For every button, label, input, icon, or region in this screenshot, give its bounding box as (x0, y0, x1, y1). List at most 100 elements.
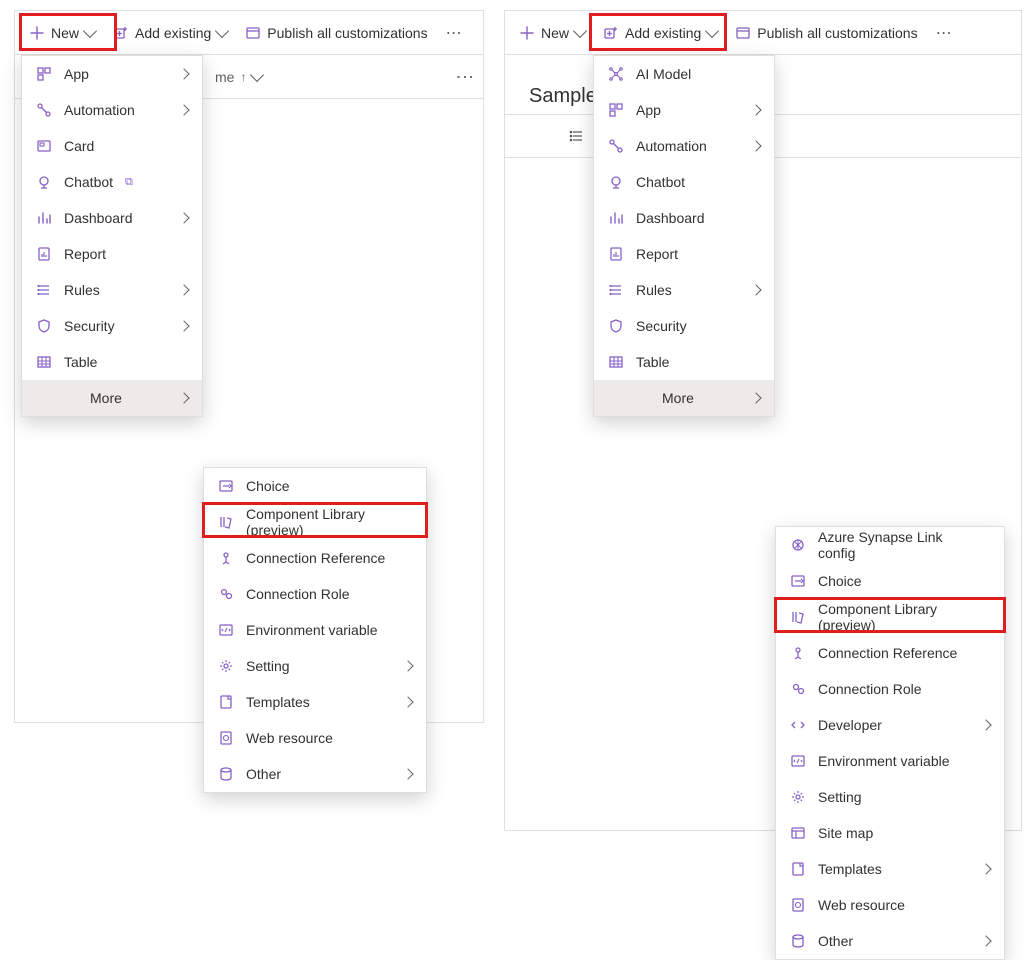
menu-item-rules[interactable]: Rules (22, 272, 202, 308)
menu-item-table[interactable]: Table (594, 344, 774, 380)
submenu-item-environment-variable[interactable]: Environment variable (204, 612, 426, 648)
menu-item-app[interactable]: App (594, 92, 774, 128)
chevron-right-icon (402, 768, 413, 779)
menu-item-chatbot[interactable]: Chatbot⧉ (22, 164, 202, 200)
overflow-button[interactable]: ⋯ (438, 23, 470, 43)
submenu-item-developer[interactable]: Developer (776, 707, 1004, 743)
security-icon (608, 318, 624, 334)
item-label: Environment variable (818, 753, 950, 769)
choice-icon (218, 478, 234, 494)
sort-asc-icon: ↑ (240, 70, 246, 84)
submenu-item-component-library-preview-[interactable]: Component Library (preview) (776, 599, 1004, 635)
menu-item-report[interactable]: Report (594, 236, 774, 272)
menu-item-ai-model[interactable]: AI Model (594, 56, 774, 92)
chevron-right-icon (750, 140, 761, 151)
chevron-right-icon (980, 935, 991, 946)
submenu-item-other[interactable]: Other (776, 923, 1004, 959)
item-label: Component Library (preview) (818, 601, 978, 633)
chevron-down-icon (83, 24, 97, 38)
overflow-button[interactable]: ⋯ (928, 23, 960, 43)
other-icon (790, 933, 806, 949)
chevron-right-icon (402, 660, 413, 671)
dashboard-icon (608, 210, 624, 226)
item-label: Card (64, 138, 94, 154)
submenu-item-environment-variable[interactable]: Environment variable (776, 743, 1004, 779)
item-label: Connection Reference (818, 645, 957, 661)
chevron-right-icon (178, 320, 189, 331)
add-existing-button[interactable]: Add existing (595, 17, 725, 49)
publish-label: Publish all customizations (267, 25, 427, 41)
item-label: Templates (246, 694, 310, 710)
chevron-right-icon (178, 392, 189, 403)
submenu-item-connection-reference[interactable]: Connection Reference (776, 635, 1004, 671)
rules-icon (36, 282, 52, 298)
menu-item-report[interactable]: Report (22, 236, 202, 272)
publish-button[interactable]: Publish all customizations (237, 17, 435, 49)
item-label: Security (636, 318, 687, 334)
plus-icon (519, 25, 535, 41)
toolbar-left: New Add existing Publish all customizati… (15, 11, 483, 55)
menu-item-automation[interactable]: Automation (22, 92, 202, 128)
item-label: Automation (64, 102, 135, 118)
add-existing-dropdown: AI Model App Automation ChatbotDashboardRep… (593, 55, 775, 417)
envvar-icon (790, 753, 806, 769)
envvar-icon (218, 622, 234, 638)
item-label: Developer (818, 717, 882, 733)
submenu-item-choice[interactable]: Choice (776, 563, 1004, 599)
item-label: Web resource (818, 897, 905, 913)
add-existing-label: Add existing (625, 25, 701, 41)
menu-item-dashboard[interactable]: Dashboard (594, 200, 774, 236)
chevron-right-icon (178, 104, 189, 115)
report-icon (36, 246, 52, 262)
menu-item-more[interactable]: More (22, 380, 202, 416)
menu-item-security[interactable]: Security (22, 308, 202, 344)
item-label: Rules (64, 282, 100, 298)
submenu-item-templates[interactable]: Templates (776, 851, 1004, 887)
list-view-icon[interactable] (569, 128, 585, 144)
submenu-item-connection-role[interactable]: Connection Role (776, 671, 1004, 707)
webres-icon (218, 730, 234, 746)
column-header-name[interactable]: me ↑ (215, 69, 262, 85)
item-label: Connection Reference (246, 550, 385, 566)
submenu-item-component-library-preview-[interactable]: Component Library (preview) (204, 504, 426, 540)
panel-right: New Add existing Publish all customizati… (504, 10, 1022, 831)
chevron-right-icon (750, 284, 761, 295)
item-label: AI Model (636, 66, 691, 82)
complib-icon (790, 609, 806, 625)
submenu-item-other[interactable]: Other (204, 756, 426, 792)
menu-item-dashboard[interactable]: Dashboard (22, 200, 202, 236)
connrole-icon (218, 586, 234, 602)
item-label: Rules (636, 282, 672, 298)
publish-button[interactable]: Publish all customizations (727, 17, 925, 49)
submenu-item-templates[interactable]: Templates (204, 684, 426, 720)
new-button[interactable]: New (511, 17, 593, 49)
other-icon (218, 766, 234, 782)
new-label: New (541, 25, 569, 41)
security-icon (36, 318, 52, 334)
menu-item-automation[interactable]: Automation (594, 128, 774, 164)
menu-item-chatbot[interactable]: Chatbot (594, 164, 774, 200)
submenu-item-web-resource[interactable]: Web resource (776, 887, 1004, 923)
item-label: Automation (636, 138, 707, 154)
submenu-item-choice[interactable]: Choice (204, 468, 426, 504)
menu-item-table[interactable]: Table (22, 344, 202, 380)
menu-item-more[interactable]: More (594, 380, 774, 416)
item-label: Connection Role (246, 586, 350, 602)
item-label: Other (818, 933, 853, 949)
app-icon (608, 102, 624, 118)
menu-item-card[interactable]: Card (22, 128, 202, 164)
submenu-item-web-resource[interactable]: Web resource (204, 720, 426, 756)
submenu-item-connection-role[interactable]: Connection Role (204, 576, 426, 612)
new-button[interactable]: New (21, 17, 103, 49)
panel-left: New Add existing Publish all customizati… (14, 10, 484, 723)
submenu-item-connection-reference[interactable]: Connection Reference (204, 540, 426, 576)
submenu-item-setting[interactable]: Setting (204, 648, 426, 684)
menu-item-app[interactable]: App (22, 56, 202, 92)
submenu-item-azure-synapse-link-config[interactable]: Azure Synapse Link config (776, 527, 1004, 563)
submenu-item-setting[interactable]: Setting (776, 779, 1004, 815)
add-existing-button[interactable]: Add existing (105, 17, 235, 49)
item-label: Site map (818, 825, 873, 841)
more-submenu: Azure Synapse Link configChoiceComponent… (775, 526, 1005, 960)
menu-item-rules[interactable]: Rules (594, 272, 774, 308)
menu-item-security[interactable]: Security (594, 308, 774, 344)
